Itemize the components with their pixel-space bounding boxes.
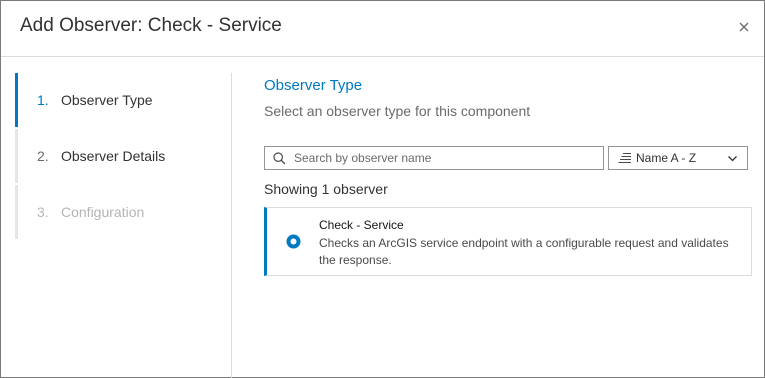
observer-card-check-service[interactable]: Check - Service Checks an ArcGIS service… (264, 207, 752, 276)
observer-title: Check - Service (319, 218, 404, 232)
sort-lines-icon (618, 152, 632, 164)
sort-dropdown[interactable]: Name A - Z (608, 146, 748, 170)
step-configuration: 3. Configuration (15, 185, 215, 239)
chevron-down-icon (727, 153, 738, 164)
radio-selected-icon[interactable] (286, 234, 301, 249)
sort-selected-value: Name A - Z (636, 151, 697, 165)
step-number: 2. (37, 148, 49, 164)
section-title: Observer Type (264, 77, 363, 94)
dialog-header: Add Observer: Check - Service (1, 1, 764, 57)
search-box (264, 146, 604, 170)
search-input[interactable] (294, 151, 584, 165)
stepper: 1. Observer Type 2. Observer Details 3. … (15, 73, 215, 239)
observer-description: Checks an ArcGIS service endpoint with a… (319, 236, 729, 267)
add-observer-dialog: Add Observer: Check - Service 1. Observe… (0, 0, 765, 378)
filter-controls: Name A - Z (264, 146, 752, 170)
step-number: 3. (37, 204, 49, 220)
observer-type-panel: Observer Type Select an observer type fo… (264, 77, 752, 276)
dialog-title: Add Observer: Check - Service (20, 15, 282, 36)
section-subtitle: Select an observer type for this compone… (264, 103, 531, 119)
close-button[interactable] (734, 17, 754, 37)
close-icon (739, 22, 749, 32)
step-label: Observer Type (61, 92, 153, 108)
panel-divider (231, 73, 232, 378)
step-observer-details[interactable]: 2. Observer Details (15, 129, 215, 183)
step-observer-type[interactable]: 1. Observer Type (15, 73, 215, 127)
step-number: 1. (37, 92, 49, 108)
search-icon (273, 151, 286, 165)
step-label: Configuration (61, 204, 145, 220)
observer-count: Showing 1 observer (264, 181, 388, 197)
step-label: Observer Details (61, 148, 166, 164)
